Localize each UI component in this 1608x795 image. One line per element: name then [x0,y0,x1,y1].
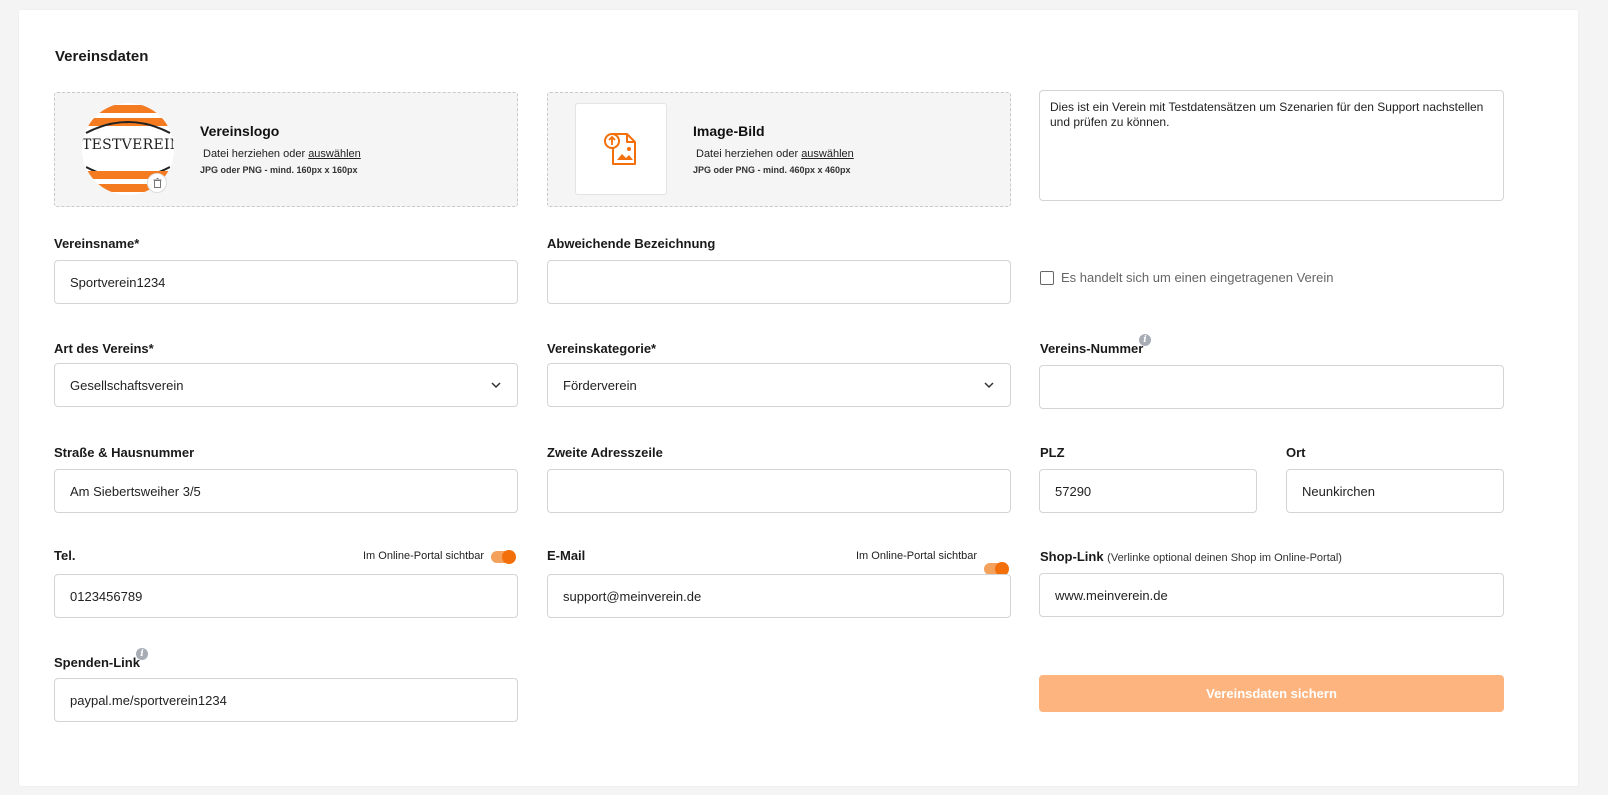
eingetragen-checkbox[interactable] [1040,271,1054,285]
image-select-link[interactable]: auswählen [801,148,854,160]
tel-visibility-toggle[interactable] [491,550,516,564]
plz-input[interactable] [1040,470,1256,512]
ort-label: Ort [1286,445,1306,460]
adresszeile2-input[interactable] [548,470,1010,512]
adresszeile2-label: Zweite Adresszeile [547,445,663,460]
tel-field-wrap [54,574,518,618]
tel-input[interactable] [55,575,517,617]
kategorie-selected-value: Förderverein [563,377,637,393]
club-data-card: Vereinsdaten TESTVEREIN Vereinslogo Date… [19,10,1578,786]
logo-upload-hint: Datei herziehen oder auswählen [203,148,361,160]
image-upload-hint: Datei herziehen oder auswählen [696,148,854,160]
logo-upload-dropzone[interactable]: TESTVEREIN Vereinslogo Datei herziehen o… [54,92,518,207]
vereinsname-label: Vereinsname* [54,236,140,251]
adresszeile2-field-wrap [547,469,1011,513]
info-icon[interactable]: i [136,648,148,660]
plz-field-wrap [1039,469,1257,513]
strasse-label: Straße & Hausnummer [54,445,195,460]
ort-input[interactable] [1287,470,1503,512]
art-select[interactable]: Gesellschaftsverein [54,363,518,407]
kategorie-select[interactable]: Förderverein [547,363,1011,407]
eingetragen-label[interactable]: Es handelt sich um einen eingetragenen V… [1061,270,1333,285]
image-upload-dropzone[interactable]: Image-Bild Datei herziehen oder auswähle… [547,92,1011,207]
trash-icon[interactable] [147,173,167,193]
logo-upload-requirements: JPG oder PNG - mind. 160px x 160px [200,165,358,175]
image-preview [575,103,667,195]
image-upload-hint-text: Datei herziehen oder [696,148,799,160]
abweichende-bezeichnung-field-wrap [547,260,1011,304]
nummer-field-wrap [1039,365,1504,409]
image-upload-title: Image-Bild [693,123,765,139]
info-icon[interactable]: i [1139,334,1151,346]
art-label: Art des Vereins* [54,341,154,356]
shop-label-wrap: Shop-Link (Verlinke optional deinen Shop… [1040,549,1342,564]
spenden-field-wrap [54,678,518,722]
image-upload-icon [604,133,636,165]
art-selected-value: Gesellschaftsverein [70,377,184,393]
save-button[interactable]: Vereinsdaten sichern [1039,675,1504,712]
email-input[interactable] [548,575,1010,617]
strasse-input[interactable] [55,470,517,512]
email-visibility-label: Im Online-Portal sichtbar [856,550,978,562]
kategorie-label: Vereinskategorie* [547,341,657,356]
nummer-input[interactable] [1040,366,1503,408]
logo-select-link[interactable]: auswählen [308,148,361,160]
ort-field-wrap [1286,469,1504,513]
nummer-label: Vereins-Nummer [1040,341,1144,356]
shop-input[interactable] [1040,574,1503,616]
logo-text: TESTVEREIN [82,137,174,153]
logo-upload-title: Vereinslogo [200,123,280,139]
plz-label: PLZ [1040,445,1065,460]
abweichende-bezeichnung-label: Abweichende Bezeichnung [547,236,716,251]
spenden-label: Spenden-Link [54,655,140,670]
email-label: E-Mail [547,548,586,563]
vereinsname-field-wrap [54,260,518,304]
tel-label: Tel. [54,548,76,563]
spenden-input[interactable] [55,679,517,721]
logo-upload-hint-text: Datei herziehen oder [203,148,306,160]
chevron-down-icon [491,382,501,389]
page-title: Vereinsdaten [55,48,149,65]
description-textarea[interactable]: Dies ist ein Verein mit Testdatensätzen … [1039,90,1504,201]
shop-note: (Verlinke optional deinen Shop im Online… [1107,552,1342,564]
abweichende-bezeichnung-input[interactable] [548,261,1010,303]
tel-visibility-label: Im Online-Portal sichtbar [363,550,485,562]
chevron-down-icon [984,382,994,389]
email-field-wrap [547,574,1011,618]
shop-field-wrap [1039,573,1504,617]
shop-label: Shop-Link [1040,549,1104,564]
image-upload-requirements: JPG oder PNG - mind. 460px x 460px [693,165,851,175]
vereinsname-input[interactable] [55,261,517,303]
strasse-field-wrap [54,469,518,513]
